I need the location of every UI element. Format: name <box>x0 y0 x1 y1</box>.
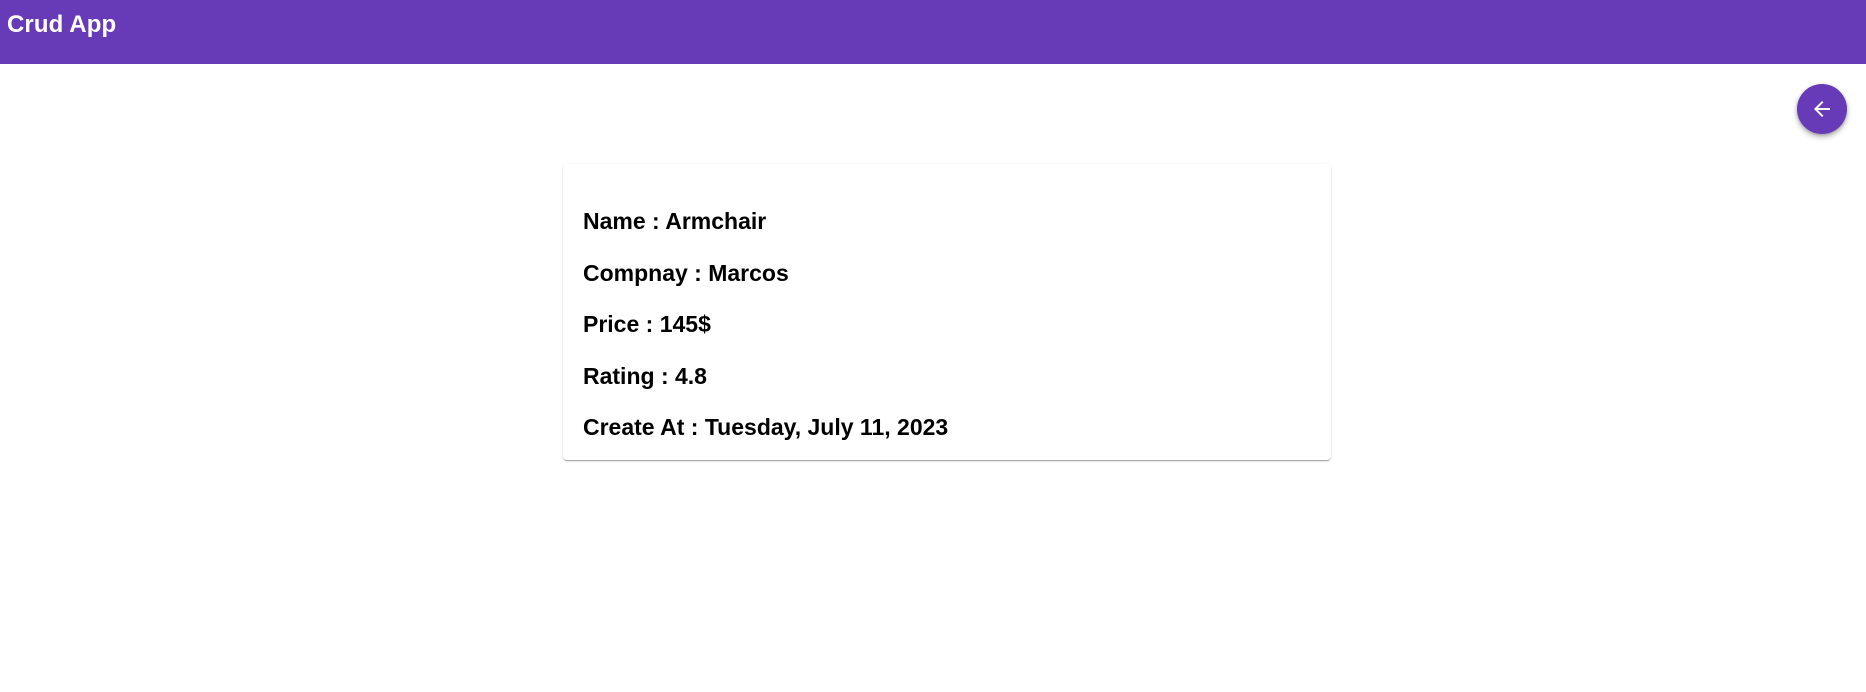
product-rating: Rating : 4.8 <box>583 362 707 389</box>
app-title: Crud App <box>7 11 117 38</box>
product-name: Name : Armchair <box>583 208 767 234</box>
arrow-left-icon <box>1810 97 1834 121</box>
product-company: Compnay : Marcos <box>583 259 789 286</box>
product-detail-card: Name : Armchair Compnay : Marcos Price :… <box>563 164 1331 460</box>
product-created-at: Create At : Tuesday, July 11, 2023 <box>583 414 949 440</box>
product-price: Price : 145$ <box>583 311 711 337</box>
app-toolbar: Crud App <box>0 0 1866 64</box>
back-button[interactable] <box>1797 84 1847 134</box>
